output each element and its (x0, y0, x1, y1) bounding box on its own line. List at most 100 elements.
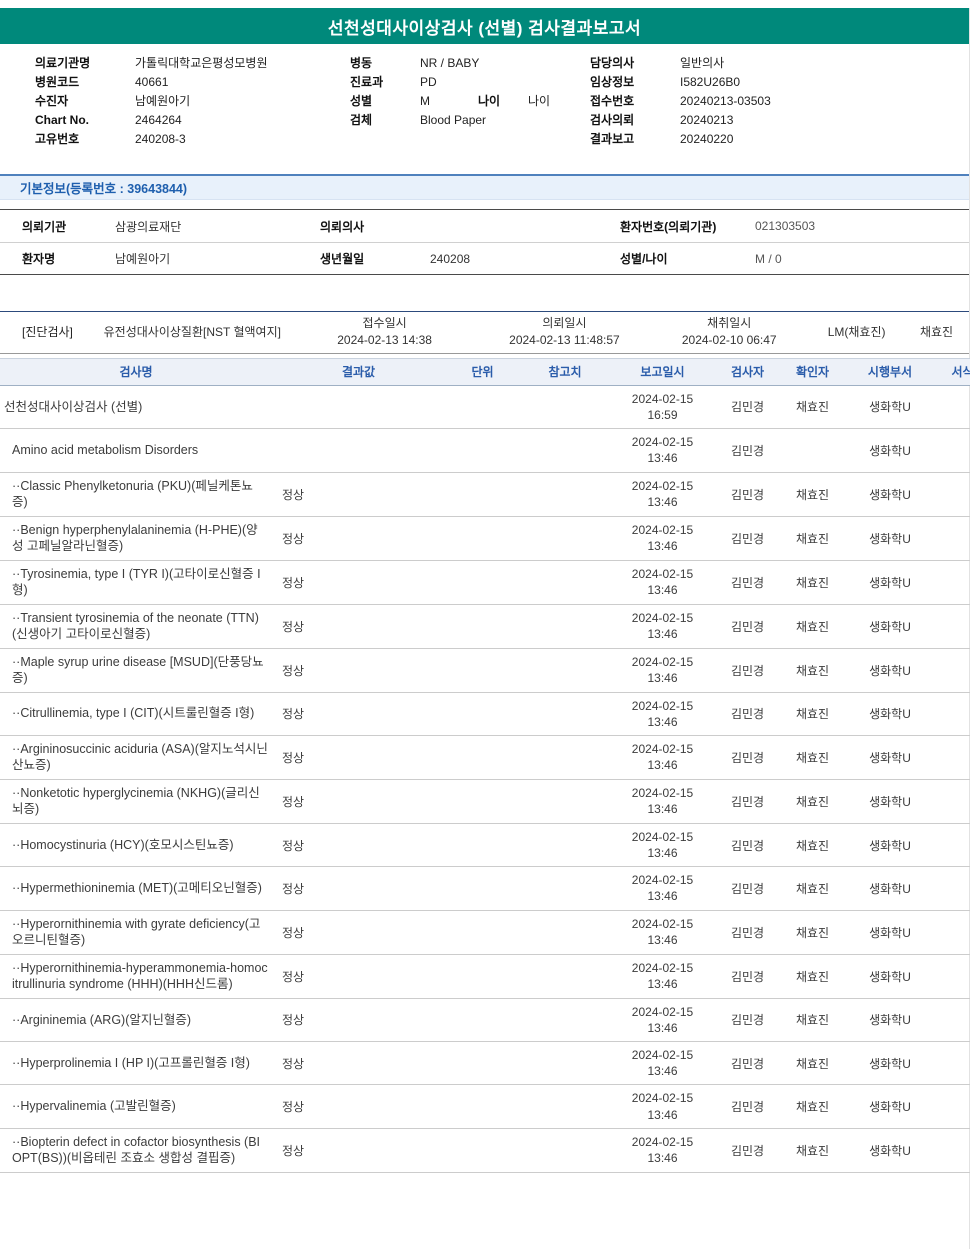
info-value: I582U26B0 (680, 74, 741, 89)
confirmer-cell: 채효진 (795, 1013, 830, 1028)
department-cell: 생화학U (869, 969, 911, 984)
test-name-cell: ··Hypermethioninemia (MET)(고메티오닌혈증) (12, 881, 262, 896)
reference-cell (520, 1058, 610, 1068)
result-value-cell: 정상 (282, 487, 305, 502)
tester-cell: 김민경 (730, 619, 765, 634)
test-name-cell: ··Hyperprolinemia I (HP I)(고프롤린혈증 I형) (12, 1055, 250, 1070)
result-value-cell: 정상 (282, 794, 305, 809)
result-row: ··Biopterin defect in cofactor biosynthe… (0, 1129, 970, 1173)
result-row: ··Hypervalinemia (고발린혈증) 정상 2024-02-15 1… (0, 1085, 970, 1129)
unit-cell (445, 927, 520, 937)
form-cell (935, 577, 970, 587)
form-cell (935, 533, 970, 543)
result-value-cell: 정상 (282, 575, 305, 590)
form-cell (935, 489, 970, 499)
report-time: 13:46 (647, 977, 678, 992)
reference-cell (520, 927, 610, 937)
test-name-cell: ··Hypervalinemia (고발린혈증) (12, 1099, 176, 1114)
form-cell (935, 1145, 970, 1155)
department-cell: 생화학U (869, 794, 911, 809)
patient-value: 삼광의료재단 (115, 219, 182, 234)
report-datetime-cell: 2024-02-15 16:59 (610, 386, 715, 428)
result-value-cell (272, 402, 445, 412)
report-datetime-cell: 2024-02-15 13:46 (610, 955, 715, 997)
patient-row: 환자명 남예원아기 생년월일 240208 성별/나이 M / 0 (0, 242, 969, 274)
info-label: 진료과 (350, 75, 384, 89)
result-row: 선천성대사이상검사 (선별) 2024-02-15 16:59 김민경 채효진 … (0, 386, 970, 430)
department-cell: 생화학U (869, 1056, 911, 1071)
test-name-cell: ··Classic Phenylketonuria (PKU)(페닐케톤뇨증) (12, 478, 253, 510)
result-value-cell (272, 445, 445, 455)
result-value-cell: 정상 (282, 707, 305, 722)
patient-row: 의뢰기관 삼광의료재단 의뢰의사 환자번호(의뢰기관) 021303503 (0, 210, 969, 242)
report-datetime-cell: 2024-02-15 13:46 (610, 736, 715, 778)
info-value: 남예원아기 (135, 94, 191, 108)
reference-cell (520, 489, 610, 499)
report-date: 2024-02-15 (631, 698, 694, 713)
result-row: ··Hyperornithinemia-hyperammonemia-homoc… (0, 955, 970, 999)
report-date: 2024-02-15 (631, 1004, 694, 1019)
result-row: ··Hyperprolinemia I (HP I)(고프롤린혈증 I형) 정상… (0, 1042, 970, 1086)
info-value: 20240220 (680, 131, 734, 146)
reference-cell (520, 1015, 610, 1025)
result-row: ··Hyperornithinemia with gyrate deficien… (0, 911, 970, 955)
tester-cell: 김민경 (730, 707, 765, 722)
report-time: 13:46 (647, 889, 678, 904)
order-collector: 채효진 (919, 324, 954, 339)
confirmer-cell: 채효진 (795, 969, 830, 984)
department-cell: 생화학U (869, 707, 911, 722)
reference-cell (520, 621, 610, 631)
confirmer-cell: 채효진 (795, 575, 830, 590)
order-test-name: 유전성대사이상질환[NST 혈액여지] (103, 324, 281, 339)
report-datetime-cell: 2024-02-15 13:46 (610, 429, 715, 471)
unit-cell (445, 1058, 520, 1068)
unit-cell (445, 621, 520, 631)
report-date: 2024-02-15 (631, 1048, 694, 1063)
result-row: ··Maple syrup urine disease [MSUD](단풍당뇨증… (0, 649, 970, 693)
result-value-cell: 정상 (282, 1143, 305, 1158)
patient-label: 환자번호(의뢰기관) (620, 219, 717, 234)
report-datetime-cell: 2024-02-15 13:46 (610, 999, 715, 1041)
department-cell: 생화학U (869, 619, 911, 634)
info-value: 20240213 (680, 112, 734, 127)
result-value-cell: 정상 (282, 1100, 305, 1115)
tester-cell: 김민경 (730, 794, 765, 809)
form-cell (935, 665, 970, 675)
info-value: 나이 (528, 94, 551, 108)
request-label: 의뢰일시 (542, 316, 587, 330)
form-cell (935, 445, 970, 455)
reference-cell (520, 883, 610, 893)
report-date: 2024-02-15 (631, 654, 694, 669)
confirmer-cell: 채효진 (795, 487, 830, 502)
tester-cell: 김민경 (730, 1013, 765, 1028)
reference-cell (520, 709, 610, 719)
col-header-department: 시행부서 (867, 365, 913, 380)
result-row: ··Citrullinemia, type I (CIT)(시트룰린혈증 I형)… (0, 693, 970, 736)
col-header-reference: 참고치 (548, 365, 582, 380)
patient-value: 남예원아기 (115, 252, 171, 266)
reference-cell (520, 665, 610, 675)
unit-cell (445, 402, 520, 412)
result-value-cell: 정상 (282, 925, 305, 940)
report-time: 13:46 (647, 627, 678, 642)
info-value: Blood Paper (420, 112, 487, 127)
basic-info-bar: 기본정보(등록번호 : 39643844) (0, 174, 969, 200)
result-value-cell: 정상 (282, 750, 305, 765)
department-cell: 생화학U (869, 487, 911, 502)
col-header-confirmer: 확인자 (795, 365, 830, 380)
report-time: 13:46 (647, 802, 678, 817)
report-time: 13:46 (647, 1064, 678, 1079)
patient-table: 의뢰기관 삼광의료재단 의뢰의사 환자번호(의뢰기관) 021303503 환자… (0, 209, 969, 275)
tester-cell: 김민경 (730, 1100, 765, 1115)
confirmer-cell: 채효진 (795, 750, 830, 765)
report-date: 2024-02-15 (631, 1091, 694, 1106)
unit-cell (445, 489, 520, 499)
unit-cell (445, 577, 520, 587)
report-time: 13:46 (647, 714, 678, 729)
department-cell: 생화학U (869, 881, 911, 896)
result-value-cell: 정상 (282, 881, 305, 896)
confirmer-cell: 채효진 (795, 531, 830, 546)
unit-cell (445, 971, 520, 981)
results-rows: 선천성대사이상검사 (선별) 2024-02-15 16:59 김민경 채효진 … (0, 386, 970, 1173)
report-datetime-cell: 2024-02-15 13:46 (610, 1085, 715, 1127)
